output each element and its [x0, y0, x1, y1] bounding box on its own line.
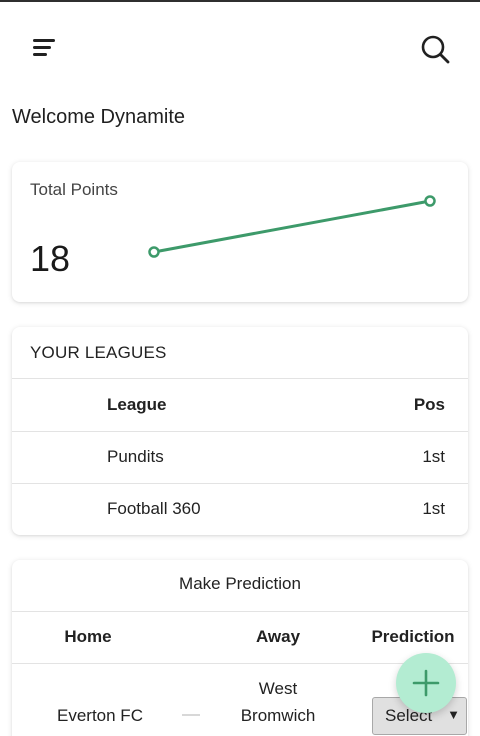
league-name: Football 360: [107, 499, 201, 518]
sparkline-start-point: [148, 246, 160, 258]
home-team: Everton FC: [57, 706, 143, 725]
total-points-card: Total Points 18: [12, 162, 468, 302]
prediction-column-header: Prediction: [371, 627, 455, 646]
app-bar: [0, 2, 480, 92]
leagues-title: YOUR LEAGUES: [30, 343, 167, 362]
league-name: Pundits: [107, 447, 164, 466]
league-position: 1st: [422, 499, 445, 518]
versus-dash: [182, 714, 200, 716]
prediction-title: Make Prediction: [179, 574, 301, 593]
divider: [12, 611, 468, 612]
divider: [12, 378, 468, 379]
divider: [12, 483, 468, 484]
league-column-header: League: [107, 395, 167, 414]
add-prediction-fab[interactable]: [396, 653, 456, 713]
points-sparkline: [148, 195, 436, 258]
total-points-value: 18: [30, 238, 71, 279]
menu-button[interactable]: [29, 32, 61, 62]
away-team-line-1: West: [258, 679, 298, 698]
your-leagues-card: YOUR LEAGUES League Pos Pundits 1st Foot…: [12, 327, 468, 535]
league-position: 1st: [422, 447, 445, 466]
home-column-header: Home: [64, 627, 112, 646]
divider: [12, 431, 468, 432]
search-button[interactable]: [418, 32, 452, 66]
total-points-label: Total Points: [30, 180, 118, 199]
plus-icon: [412, 669, 440, 697]
away-column-header: Away: [255, 627, 301, 646]
pos-column-header: Pos: [413, 395, 445, 414]
away-team-line-2: Bromwich: [240, 706, 316, 725]
sparkline-end-point: [424, 195, 436, 207]
welcome-heading: Welcome Dynamite: [12, 106, 186, 128]
search-icon: [421, 35, 450, 64]
